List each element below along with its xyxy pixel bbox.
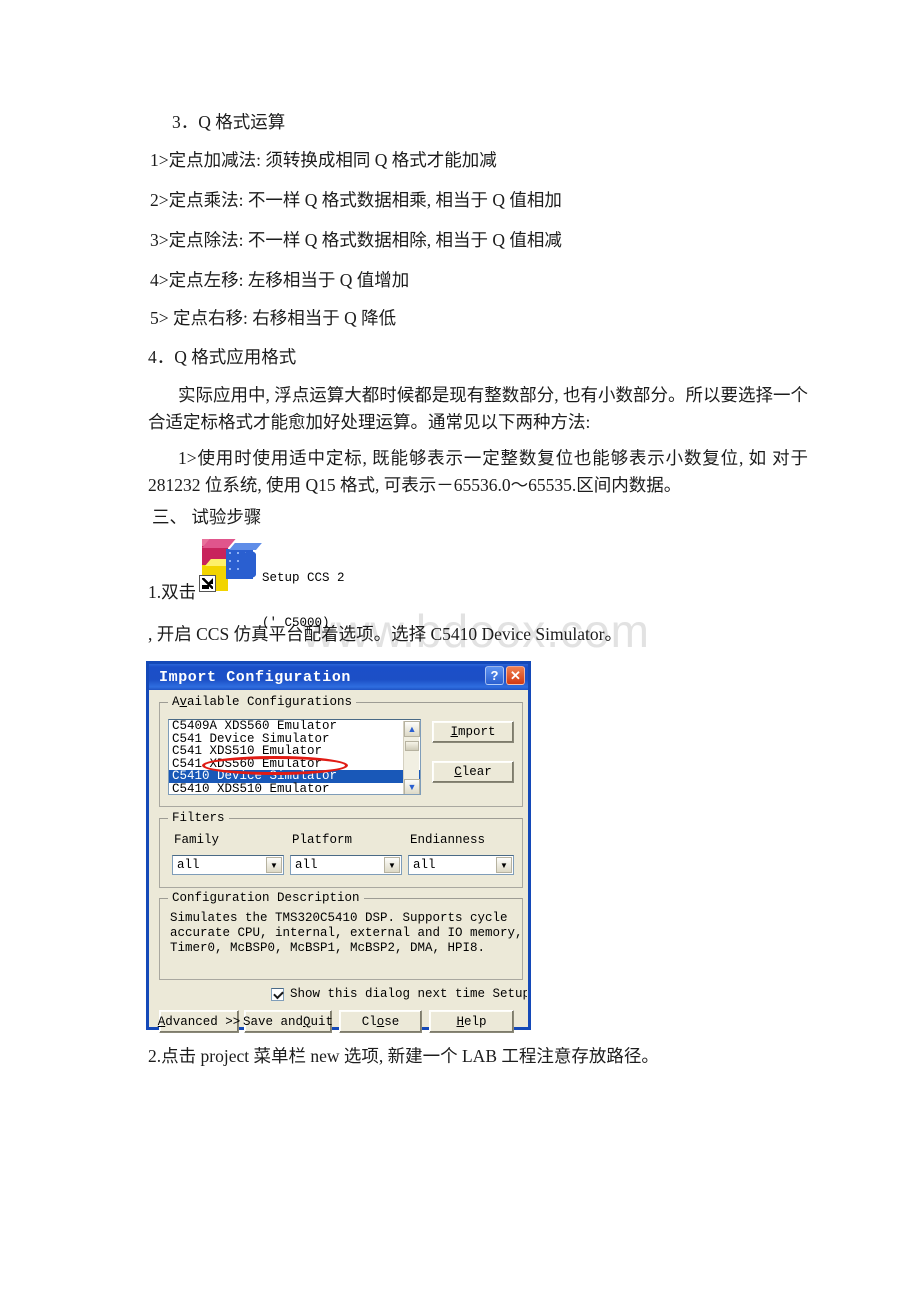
filter-endianness-label: Endianness bbox=[410, 833, 486, 847]
list-item[interactable]: C5409A XDS560 Emulator bbox=[169, 720, 420, 733]
show-dialog-checkbox[interactable] bbox=[271, 987, 284, 1001]
import-button[interactable]: Import bbox=[432, 721, 514, 743]
advanced-button[interactable]: Advanced >> bbox=[158, 1010, 240, 1033]
dialog-title: Import Configuration bbox=[159, 668, 352, 686]
filters-label: Filters bbox=[168, 811, 229, 825]
shortcut-label-line1: Setup CCS 2 bbox=[262, 571, 345, 585]
heading-q-format-arithmetic: 3．Q 格式运算 bbox=[172, 112, 286, 132]
heading-q-format-application: 4．Q 格式应用格式 bbox=[148, 347, 297, 367]
filter-family-value: all bbox=[177, 858, 200, 872]
chevron-down-icon[interactable]: ▼ bbox=[496, 857, 512, 873]
dialog-body: Available Configurations C5409A XDS560 E… bbox=[149, 690, 528, 1033]
close-icon[interactable]: ✕ bbox=[506, 666, 525, 685]
paragraph-q15-usage: 1>使用时使用适中定标, 既能够表示一定整数复位也能够表示小数复位, 如 对于2… bbox=[148, 448, 808, 495]
clear-button[interactable]: Clear bbox=[432, 761, 514, 783]
rule-item-3: 3>定点除法: 不一样 Q 格式数据相除, 相当于 Q 值相减 bbox=[150, 230, 562, 250]
scroll-down-icon[interactable]: ▼ bbox=[404, 779, 420, 794]
filter-platform-combo[interactable]: all ▼ bbox=[290, 855, 402, 875]
available-configurations-label: Available Configurations bbox=[168, 695, 357, 709]
chevron-down-icon[interactable]: ▼ bbox=[266, 857, 282, 873]
configuration-description-group: Configuration Description Simulates the … bbox=[159, 891, 523, 980]
rule-item-4: 4>定点左移: 左移相当于 Q 值增加 bbox=[150, 270, 410, 290]
setup-ccs2-shortcut[interactable]: Setup CCS 2 (' C5000) 快捷方式 bbox=[198, 537, 348, 676]
step-1-suffix: , 开启 CCS 仿真平台配着选项。选择 C5410 Device Simula… bbox=[148, 624, 622, 644]
available-configurations-group: Available Configurations C5409A XDS560 E… bbox=[159, 695, 523, 807]
help-button[interactable]: Help bbox=[429, 1010, 514, 1033]
close-button[interactable]: Cl o se bbox=[339, 1010, 422, 1033]
titlebar-buttons: ? ✕ bbox=[485, 666, 525, 685]
heading-experiment-steps: 三、 试验步骤 bbox=[152, 507, 262, 527]
configuration-description-text: Simulates the TMS320C5410 DSP. Supports … bbox=[170, 911, 523, 955]
paragraph-float-point: 实际应用中, 浮点运算大都时候都是现有整数部分, 也有小数部分。所以要选择一个合… bbox=[148, 385, 808, 432]
rule-item-2: 2>定点乘法: 不一样 Q 格式数据相乘, 相当于 Q 值相加 bbox=[150, 190, 562, 210]
filter-platform-value: all bbox=[295, 858, 318, 872]
configuration-description-label: Configuration Description bbox=[168, 891, 364, 905]
rule-item-1: 1>定点加减法: 须转换成相同 Q 格式才能加减 bbox=[150, 150, 497, 170]
filter-platform-label: Platform bbox=[292, 833, 353, 847]
scrollbar-thumb[interactable] bbox=[405, 741, 419, 751]
step-2: 2.点击 project 菜单栏 new 选项, 新建一个 LAB 工程注意存放… bbox=[148, 1046, 659, 1066]
help-button-icon[interactable]: ? bbox=[485, 666, 504, 685]
import-configuration-dialog[interactable]: Import Configuration ? ✕ Available Confi… bbox=[146, 661, 531, 1033]
shortcut-label-line2: (' C5000) bbox=[262, 616, 330, 630]
save-and-quit-button[interactable]: Save and Quit bbox=[243, 1010, 333, 1033]
dialog-titlebar[interactable]: Import Configuration ? ✕ bbox=[149, 661, 528, 690]
filter-family-combo[interactable]: all ▼ bbox=[172, 855, 284, 875]
filters-group: Filters Family all ▼ Platform all ▼ Endi… bbox=[159, 811, 523, 888]
show-dialog-checkbox-row[interactable]: Show this dialog next time Setup is bbox=[271, 987, 527, 1001]
filter-endianness-value: all bbox=[413, 858, 436, 872]
list-item[interactable]: C5410 XDS510 Emulator bbox=[169, 783, 420, 794]
show-dialog-checkbox-label: Show this dialog next time Setup is bbox=[290, 987, 527, 1001]
rule-item-5: 5> 定点右移: 右移相当于 Q 降低 bbox=[150, 308, 397, 328]
list-item[interactable]: C541 XDS510 Emulator bbox=[169, 745, 420, 758]
filter-family-label: Family bbox=[174, 833, 220, 847]
filter-endianness-combo[interactable]: all ▼ bbox=[408, 855, 514, 875]
configurations-listbox[interactable]: C5409A XDS560 Emulator C541 Device Simul… bbox=[168, 719, 421, 795]
listbox-scrollbar[interactable]: ▲ ▼ bbox=[403, 721, 420, 794]
shortcut-arrow-icon bbox=[199, 575, 216, 592]
step-1-prefix: 1.双击 bbox=[148, 582, 197, 602]
ccs-blocks-icon bbox=[198, 537, 262, 595]
scroll-up-icon[interactable]: ▲ bbox=[404, 721, 420, 737]
chevron-down-icon[interactable]: ▼ bbox=[384, 857, 400, 873]
